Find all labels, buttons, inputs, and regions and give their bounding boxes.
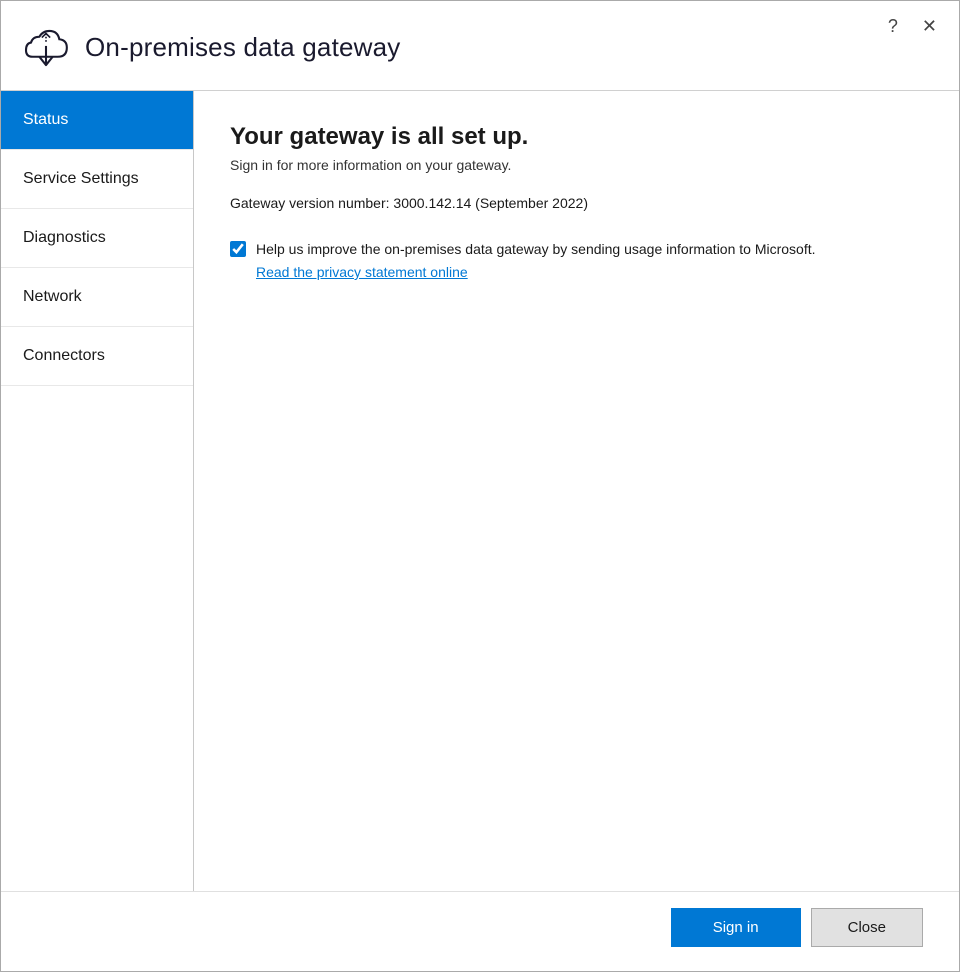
title-bar: On-premises data gateway ? ✕ <box>1 1 959 91</box>
usage-checkbox-label[interactable]: Help us improve the on-premises data gat… <box>256 239 816 260</box>
window-title: On-premises data gateway <box>85 32 401 63</box>
sidebar-item-status[interactable]: Status <box>1 91 193 150</box>
window-controls: ? ✕ <box>882 15 943 37</box>
main-content: Your gateway is all set up. Sign in for … <box>194 91 959 891</box>
footer: Sign in Close <box>1 891 959 971</box>
sidebar-item-diagnostics[interactable]: Diagnostics <box>1 209 193 268</box>
sidebar: Status Service Settings Diagnostics Netw… <box>1 91 194 891</box>
app-window: On-premises data gateway ? ✕ Status Serv… <box>0 0 960 972</box>
sidebar-item-service-settings[interactable]: Service Settings <box>1 150 193 209</box>
gateway-subheading: Sign in for more information on your gat… <box>230 157 923 173</box>
usage-checkbox[interactable] <box>230 241 246 257</box>
content-area: Status Service Settings Diagnostics Netw… <box>1 91 959 891</box>
help-button[interactable]: ? <box>882 15 904 37</box>
sidebar-item-network[interactable]: Network <box>1 268 193 327</box>
gateway-heading: Your gateway is all set up. <box>230 123 923 151</box>
close-window-button[interactable]: ✕ <box>916 15 943 37</box>
usage-checkbox-container: Help us improve the on-premises data gat… <box>230 239 923 260</box>
close-button[interactable]: Close <box>811 908 923 947</box>
cloud-gateway-icon <box>21 23 71 73</box>
sign-in-button[interactable]: Sign in <box>671 908 801 947</box>
version-text: Gateway version number: 3000.142.14 (Sep… <box>230 195 923 211</box>
sidebar-item-connectors[interactable]: Connectors <box>1 327 193 386</box>
privacy-link[interactable]: Read the privacy statement online <box>256 264 923 280</box>
